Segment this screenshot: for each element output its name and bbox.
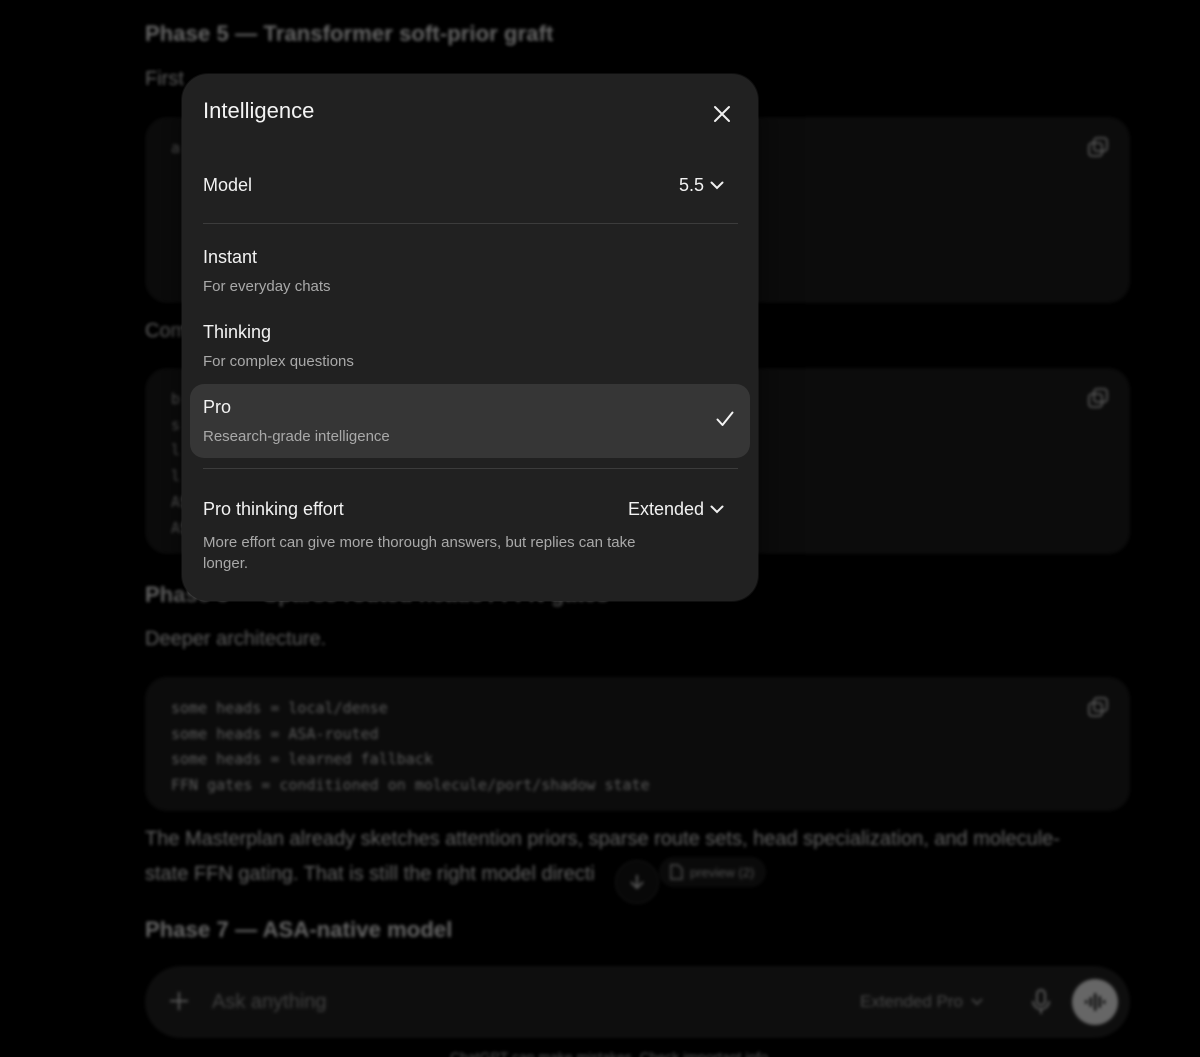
code-line: some heads = ASA-routed [171, 724, 379, 743]
option-subtitle: Research-grade intelligence [203, 428, 390, 445]
code-block-1-text: a [171, 139, 181, 157]
plus-icon[interactable] [167, 989, 191, 1018]
waveform-icon [1085, 993, 1106, 1011]
composer-input[interactable]: Ask anything [212, 991, 327, 1014]
preview-chip-label: preview (2) [690, 864, 755, 880]
code-line: some heads = learned fallback [171, 750, 433, 769]
code-block-3: some heads = local/dense some heads = ASA… [145, 677, 1130, 811]
model-row: Model 5.5 [203, 164, 738, 206]
phase6-intro: Deeper architecture. [145, 628, 327, 650]
phase5-heading: Phase 5 — Transformer soft-prior graft [145, 21, 554, 46]
chevron-down-icon [710, 181, 724, 189]
composer: Ask anything Extended Pro [145, 966, 1130, 1038]
effort-dropdown[interactable]: Extended [628, 499, 738, 520]
microphone-icon[interactable] [1030, 988, 1052, 1021]
checkmark-icon [716, 411, 734, 432]
phase7-heading: Phase 7 — ASA-native model [145, 917, 453, 942]
option-title: Instant [203, 247, 258, 267]
effort-value: Extended [627, 498, 704, 519]
dialog-title: Intelligence [203, 98, 315, 123]
model-dropdown[interactable]: 5.5 [679, 175, 738, 196]
voice-mode-button[interactable] [1072, 979, 1118, 1025]
code-line: FFN gates = conditioned on molecule/port… [171, 776, 650, 795]
phase5-intro: First [145, 68, 184, 90]
chevron-down-icon [971, 998, 983, 1006]
masterplan-line-2: state FFN gating. That is still the righ… [145, 863, 595, 885]
model-label: Model [203, 174, 253, 195]
document-icon [670, 864, 683, 880]
copy-icon[interactable] [1086, 135, 1110, 159]
divider [203, 468, 738, 469]
code-block-3-text: some heads = local/dense some heads = ASA… [171, 696, 650, 799]
option-title: Pro [203, 397, 232, 417]
option-instant[interactable]: Instant For everyday chats [190, 234, 750, 308]
effort-description: More effort can give more thorough answe… [203, 534, 636, 572]
option-thinking[interactable]: Thinking For complex questions [190, 309, 750, 383]
effort-label: Pro thinking effort [203, 498, 344, 519]
option-subtitle: For complex questions [203, 353, 354, 370]
option-pro[interactable]: Pro Research-grade intelligence [190, 384, 750, 458]
copy-icon[interactable] [1086, 386, 1110, 410]
divider [203, 223, 738, 224]
mode-selector[interactable]: Extended Pro [860, 992, 983, 1012]
effort-row: Pro thinking effort Extended [203, 495, 738, 523]
scroll-down-button[interactable] [615, 860, 659, 904]
close-button[interactable] [706, 98, 738, 130]
compare-intro: Com [145, 320, 188, 342]
option-subtitle: For everyday chats [203, 278, 331, 295]
disclaimer: ChatGPT can make mistakes. Check importa… [450, 1049, 772, 1057]
option-title: Thinking [203, 322, 272, 342]
code-line: some heads = local/dense [171, 699, 388, 717]
copy-icon[interactable] [1086, 695, 1110, 719]
mode-selector-label: Extended Pro [860, 992, 964, 1011]
arrow-down-icon [630, 875, 644, 890]
model-value: 5.5 [678, 174, 704, 195]
chevron-down-icon [710, 505, 724, 513]
intelligence-dialog: Intelligence Model 5.5 Instant For every… [182, 74, 758, 601]
close-icon [714, 106, 730, 122]
preview-chip[interactable]: preview (2) [659, 857, 767, 887]
masterplan-line-1: The Masterplan already sketches attentio… [145, 828, 1060, 850]
